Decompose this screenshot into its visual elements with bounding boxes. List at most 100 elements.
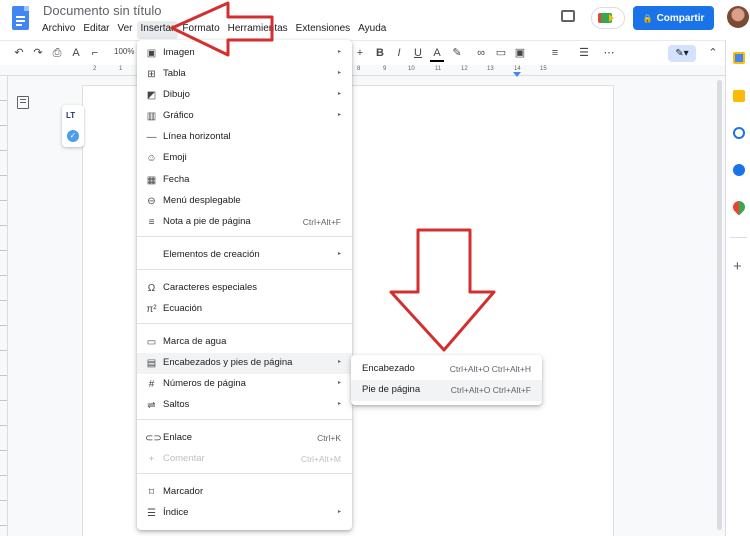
image-icon: ▣ [146,48,157,59]
divider [730,237,747,238]
editing-mode-button[interactable]: ✎▾ [668,45,696,62]
horizontal-line-icon: — [146,132,157,143]
comment-toolbar-icon[interactable]: ▭ [494,46,508,60]
menu-item-table-of-contents[interactable]: ☰ Índice ▸ [137,503,352,524]
menu-item-footnote[interactable]: ≡ Nota a pie de página Ctrl+Alt+F [137,212,352,233]
submenu-item-shortcut: Ctrl+Alt+O Ctrl+Alt+F [450,385,531,395]
hash-icon: # [148,379,155,390]
insert-menu: ▣ Imagen ▸ ⊞ Tabla ▸ ◩ Dibujo ▸ ▥ Gráfico ▸ — Línea h… [137,40,352,530]
highlight-icon[interactable]: ✎ [450,46,464,60]
menu-item-hash[interactable]: # Números de página ▸ [137,374,352,395]
document-title[interactable]: Documento sin título [43,3,162,18]
menu-item-bookmark[interactable]: ⌑ Marcador [137,482,352,503]
menu-item-building-blocks[interactable]: Elementos de creación ▸ [137,245,352,266]
text-color-icon[interactable]: A [430,46,444,62]
link-icon: ⊂⊃ [145,433,162,444]
share-label: Compartir [656,12,705,24]
menu-ayuda[interactable]: Ayuda [354,21,390,39]
menu-archivo[interactable]: Archivo [38,21,79,39]
tasks-app-icon[interactable] [733,127,745,139]
menu-item-pi[interactable]: π² Ecuación [137,299,352,320]
menu-item-calendar[interactable]: ▦ Fecha [137,170,352,191]
collapse-toolbar-icon[interactable]: ⌃ [706,46,720,60]
vertical-ruler[interactable] [0,76,8,536]
submenu-item-header[interactable]: Encabezado Ctrl+Alt+O Ctrl+Alt+H [351,359,542,380]
menu-item-break[interactable]: ⇌ Saltos ▸ [137,395,352,416]
add-addon-icon[interactable]: + [733,259,742,274]
vertical-scrollbar[interactable] [717,80,722,530]
lock-icon: 🔒 [642,13,653,23]
menu-item-emoji[interactable]: ☺ Emoji [137,148,352,169]
maps-app-icon[interactable] [730,198,748,216]
menu-item-label: Saltos [163,399,190,410]
menu-ver[interactable]: Ver [113,21,136,39]
table-of-contents-icon: ☰ [147,508,156,519]
avatar[interactable] [727,6,749,28]
menu-item-table[interactable]: ⊞ Tabla ▸ [137,64,352,85]
meet-icon[interactable] [591,7,625,29]
side-panel: + [725,40,750,536]
menu-item-label: Emoji [163,152,187,163]
contacts-app-icon[interactable] [733,164,745,176]
right-indent-marker[interactable] [513,72,521,77]
document-outline-icon[interactable] [17,96,29,109]
app-header: Documento sin título Archivo Editar Ver … [0,0,750,40]
ruler-tick: 12 [461,66,468,72]
spellcheck-icon[interactable]: A [69,46,83,60]
submenu-arrow-icon: ▸ [337,49,341,55]
image-toolbar-icon[interactable]: ▣ [513,46,527,60]
menu-item-horizontal-line[interactable]: — Línea horizontal [137,127,352,148]
print-icon[interactable]: ⎙ [50,46,64,60]
italic-icon[interactable]: I [392,46,406,60]
menu-item-shortcut: Ctrl+K [317,433,341,443]
menu-item-drawing[interactable]: ◩ Dibujo ▸ [137,85,352,106]
menu-insertar[interactable]: Insertar [136,21,179,39]
menu-item-label: Encabezados y pies de página [163,357,293,368]
menu-separator [137,269,352,270]
calendar-app-icon[interactable] [733,52,745,64]
ruler-tick: 2 [93,66,97,72]
menu-separator [137,473,352,474]
submenu-item-footer[interactable]: Pie de página Ctrl+Alt+O Ctrl+Alt+F [351,380,542,401]
menu-item-chart[interactable]: ▥ Gráfico ▸ [137,106,352,127]
menu-item-label: Dibujo [163,89,190,100]
menu-item-shortcut: Ctrl+Alt+M [300,454,341,464]
more-options-icon[interactable]: ⋯ [602,46,616,60]
bold-icon[interactable]: B [373,46,387,60]
menu-item-watermark[interactable]: ▭ Marca de agua [137,332,352,353]
share-button[interactable]: 🔒 Compartir [633,6,714,30]
menu-item-label: Índice [163,507,189,518]
underline-icon[interactable]: U [411,46,425,60]
menu-extensiones[interactable]: Extensiones [292,21,354,39]
menu-herramientas[interactable]: Herramientas [224,21,292,39]
menu-formato[interactable]: Formato [178,21,223,39]
menu-bar: Archivo Editar Ver Insertar Formato Herr… [38,21,390,39]
docs-logo-icon[interactable] [12,6,29,30]
menu-item-label: Marca de agua [163,336,227,347]
menu-item-label: Gráfico [163,110,194,121]
menu-item-label: Enlace [163,432,193,443]
undo-icon[interactable]: ↶ [12,46,26,60]
menu-editar[interactable]: Editar [79,21,113,39]
menu-item-link[interactable]: ⊂⊃ Enlace Ctrl+K [137,428,352,449]
horizontal-ruler[interactable]: 2 1 1 2 3 4 5 6 7 8 9 10 11 12 13 14 15 [0,65,725,76]
menu-item-image[interactable]: ▣ Imagen ▸ [137,43,352,64]
languagetool-widget[interactable]: LT ✓ [62,105,84,147]
paint-format-icon[interactable]: ⌐ [88,46,102,60]
line-spacing-icon[interactable]: ☰ [577,46,591,60]
menu-item-omega[interactable]: Ω Caracteres especiales [137,278,352,299]
align-icon[interactable]: ≡ [548,46,562,60]
comments-history-icon[interactable] [561,10,575,22]
redo-icon[interactable]: ↷ [31,46,45,60]
submenu-arrow-icon: ▸ [337,91,341,97]
submenu-arrow-icon: ▸ [337,112,341,118]
increase-font-icon[interactable]: + [353,46,367,60]
submenu-item-label: Pie de página [362,384,421,395]
chart-icon: ▥ [146,111,157,122]
check-icon[interactable]: ✓ [67,130,79,142]
keep-app-icon[interactable] [733,90,745,102]
menu-item-dropdown-chip[interactable]: ⊖ Menú desplegable [137,191,352,212]
link-toolbar-icon[interactable]: ∞ [474,46,488,60]
zoom-select[interactable]: 100% [114,47,134,56]
menu-item-header-footer[interactable]: ▤ Encabezados y pies de página ▸ [137,353,352,374]
